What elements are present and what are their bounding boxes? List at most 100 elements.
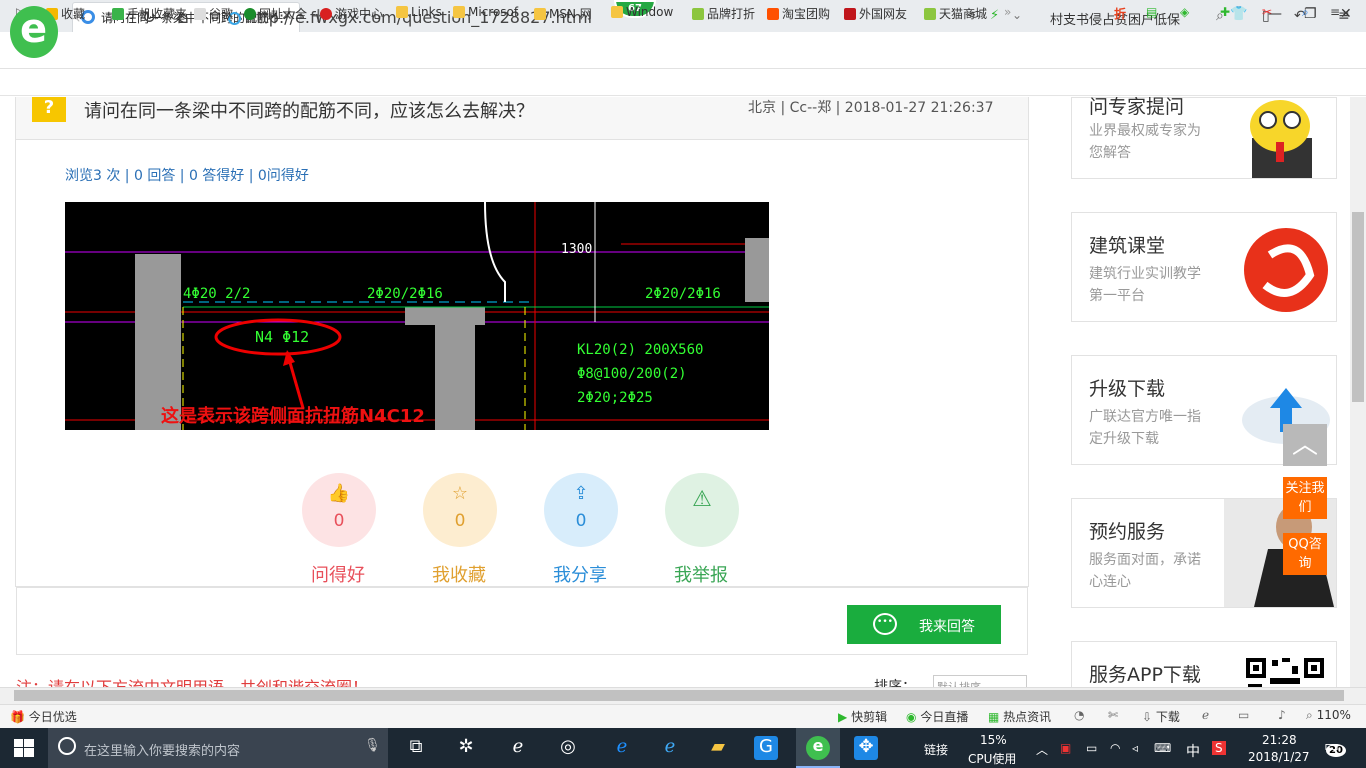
translate-icon[interactable]: ✚: [1220, 5, 1230, 19]
cad-annotation: 这是表示该跨侧面抗扭筋N4C12: [161, 406, 425, 427]
bookmark-item[interactable]: 品牌打折: [692, 5, 755, 22]
spiral-app-icon[interactable]: ◎: [556, 736, 580, 760]
building-class-card[interactable]: 建筑课堂 建筑行业实训教学第一平台: [1071, 212, 1337, 322]
cad-drawing-image: 4Φ20 2/2 2Φ20/2Φ16 2Φ20/2Φ16 N4 Φ12 KL20…: [65, 202, 769, 430]
action-label[interactable]: 我举报: [651, 561, 751, 587]
cad-label: N4 Φ12: [255, 328, 310, 346]
edge-e-icon[interactable]: ℯ: [506, 736, 530, 760]
status-item[interactable]: ⇩ 下载: [1142, 708, 1180, 725]
status-item[interactable]: ◉ 今日直播: [906, 708, 968, 725]
tray-app-icon[interactable]: ▣: [1060, 741, 1071, 755]
task-view-icon[interactable]: ⧉: [404, 736, 428, 760]
zoom-icon[interactable]: ⌕: [1302, 5, 1309, 20]
taskbar-search-placeholder: 在这里输入你要搜索的内容: [84, 744, 241, 759]
bookmark-item[interactable]: 谷歌: [194, 5, 233, 22]
favorite-button[interactable]: ☆ 0: [423, 473, 497, 547]
shirt-skin-icon[interactable]: 👕: [1230, 6, 1247, 22]
speaker-icon[interactable]: ◃: [1132, 741, 1138, 755]
more-tools-icon[interactable]: ≡: [1330, 5, 1340, 19]
shield-icon[interactable]: ◈: [1180, 5, 1189, 19]
like-question-button[interactable]: 👍 0: [302, 473, 376, 547]
ie-mode-icon[interactable]: ℯ: [1202, 708, 1209, 722]
follow-us-button[interactable]: 关注我们: [1283, 477, 1327, 519]
question-stats[interactable]: 浏览3 次 | 0 回答 | 0 答得好 | 0问得好: [65, 165, 309, 185]
horizontal-scrollbar-thumb[interactable]: [14, 690, 1344, 701]
question-title: 请问在同一条梁中不同跨的配筋不同，应该怎么去解决？: [84, 101, 534, 122]
glodon-logo-icon: [1244, 228, 1328, 312]
bookmark-item[interactable]: 网址大全: [244, 5, 307, 22]
answer-button[interactable]: ••• 我来回答: [847, 605, 1001, 644]
back-to-top-button[interactable]: ︿: [1283, 424, 1327, 466]
show-hidden-icons[interactable]: ︿: [1036, 741, 1048, 758]
edge-browser-icon[interactable]: ℯ: [610, 736, 634, 760]
question-meta: 北京 | Cc--郑 | 2018-01-27 21:26:37: [748, 100, 994, 116]
action-center-icon[interactable]: ▭: [1324, 736, 1339, 755]
speed-icon[interactable]: ◔: [1074, 708, 1084, 722]
clock-date[interactable]: 2018/1/27: [1248, 750, 1310, 764]
links-toolbar[interactable]: 链接: [924, 741, 948, 758]
browser-e-icon: e: [806, 736, 830, 760]
qq-consult-button[interactable]: QQ咨询: [1283, 533, 1327, 575]
expert-mascot-icon: [1250, 100, 1312, 178]
download-icon: ⇩: [1142, 710, 1153, 724]
microphone-icon[interactable]: 🎙: [364, 738, 381, 753]
fan-app-icon[interactable]: ✲: [454, 736, 478, 760]
battery-icon[interactable]: ▭: [1086, 741, 1097, 755]
bookmark-item[interactable]: Microsof: [453, 5, 518, 19]
daily-picks-link[interactable]: 🎁 今日优选: [10, 708, 77, 725]
book-icon[interactable]: ▤: [1146, 5, 1157, 19]
zoom-level[interactable]: ⌕ 110%: [1306, 708, 1351, 723]
discount-icon[interactable]: 折: [1114, 5, 1126, 22]
cad-label: 4Φ20 2/2: [183, 286, 251, 302]
star-icon: ☆: [451, 483, 469, 504]
status-item[interactable]: ▶ 快剪辑: [838, 708, 887, 725]
status-item[interactable]: ▦ 热点资讯: [988, 708, 1051, 725]
active-browser-taskbar-item[interactable]: e: [796, 728, 840, 768]
scissors-icon[interactable]: ✂: [1262, 5, 1272, 19]
bookmark-item[interactable]: 天猫商城: [924, 5, 987, 22]
taskbar-search-box[interactable]: 在这里输入你要搜索的内容 🎙: [48, 728, 388, 768]
window-icon[interactable]: ▭: [1238, 708, 1249, 722]
ie-browser-icon[interactable]: ℯ: [658, 736, 682, 760]
bookmark-item[interactable]: MSN 网: [534, 5, 592, 22]
cad-label: 2Φ20;2Φ25: [577, 390, 653, 406]
report-button[interactable]: ⚠: [665, 473, 739, 547]
thumbs-up-icon: 👍: [327, 483, 351, 504]
zoom-icon: ⌕: [1306, 708, 1313, 722]
live-icon: ◉: [906, 710, 917, 724]
app-download-card[interactable]: 服务APP下载: [1071, 641, 1337, 692]
volume-icon[interactable]: ♪: [1278, 708, 1286, 722]
sogou-ime-icon[interactable]: S: [1212, 741, 1226, 755]
cad-label: 2Φ20/2Φ16: [367, 286, 443, 302]
bookmark-item[interactable]: 外国网友: [844, 5, 907, 22]
news-icon: ▦: [988, 710, 1000, 724]
transfer-app-icon[interactable]: ✥: [854, 736, 878, 760]
bookmark-item[interactable]: Links: [396, 5, 442, 19]
clock-time[interactable]: 21:28: [1262, 733, 1297, 747]
action-label[interactable]: 我收藏: [409, 561, 509, 587]
file-explorer-icon[interactable]: ▰: [706, 736, 730, 760]
wifi-icon[interactable]: ◠: [1110, 741, 1120, 755]
ime-indicator[interactable]: 中: [1186, 741, 1200, 761]
windows-start-icon[interactable]: [14, 739, 34, 757]
chevron-down-icon[interactable]: ⌄: [1012, 8, 1022, 22]
lightning-icon[interactable]: ⚡: [990, 8, 999, 23]
tools-icon[interactable]: ✄: [1108, 708, 1118, 722]
address-bar: [0, 32, 1366, 69]
share-button[interactable]: ⇪ 0: [544, 473, 618, 547]
vertical-scrollbar-thumb[interactable]: [1352, 212, 1364, 402]
glodon-app-icon[interactable]: G: [754, 736, 778, 760]
browser-logo-icon[interactable]: [10, 6, 58, 58]
expert-ask-card[interactable]: 问专家提问 业界最权威专家为您解答: [1071, 96, 1337, 179]
action-label[interactable]: 问得好: [288, 561, 388, 587]
cad-label: KL20(2) 200X560: [577, 342, 704, 358]
bookmark-item[interactable]: Window: [611, 5, 673, 19]
warning-icon: ⚠: [692, 487, 712, 512]
bookmark-item[interactable]: 手机收藏夹: [112, 5, 187, 22]
bookmark-item[interactable]: 游戏中心: [320, 5, 383, 22]
chat-bubble-icon: •••: [873, 613, 897, 635]
action-label[interactable]: 我分享: [530, 561, 630, 587]
keyboard-icon[interactable]: ⌨: [1154, 741, 1171, 755]
more-bookmarks-icon[interactable]: »: [1004, 5, 1011, 19]
bookmark-item[interactable]: 淘宝团购: [767, 5, 830, 22]
